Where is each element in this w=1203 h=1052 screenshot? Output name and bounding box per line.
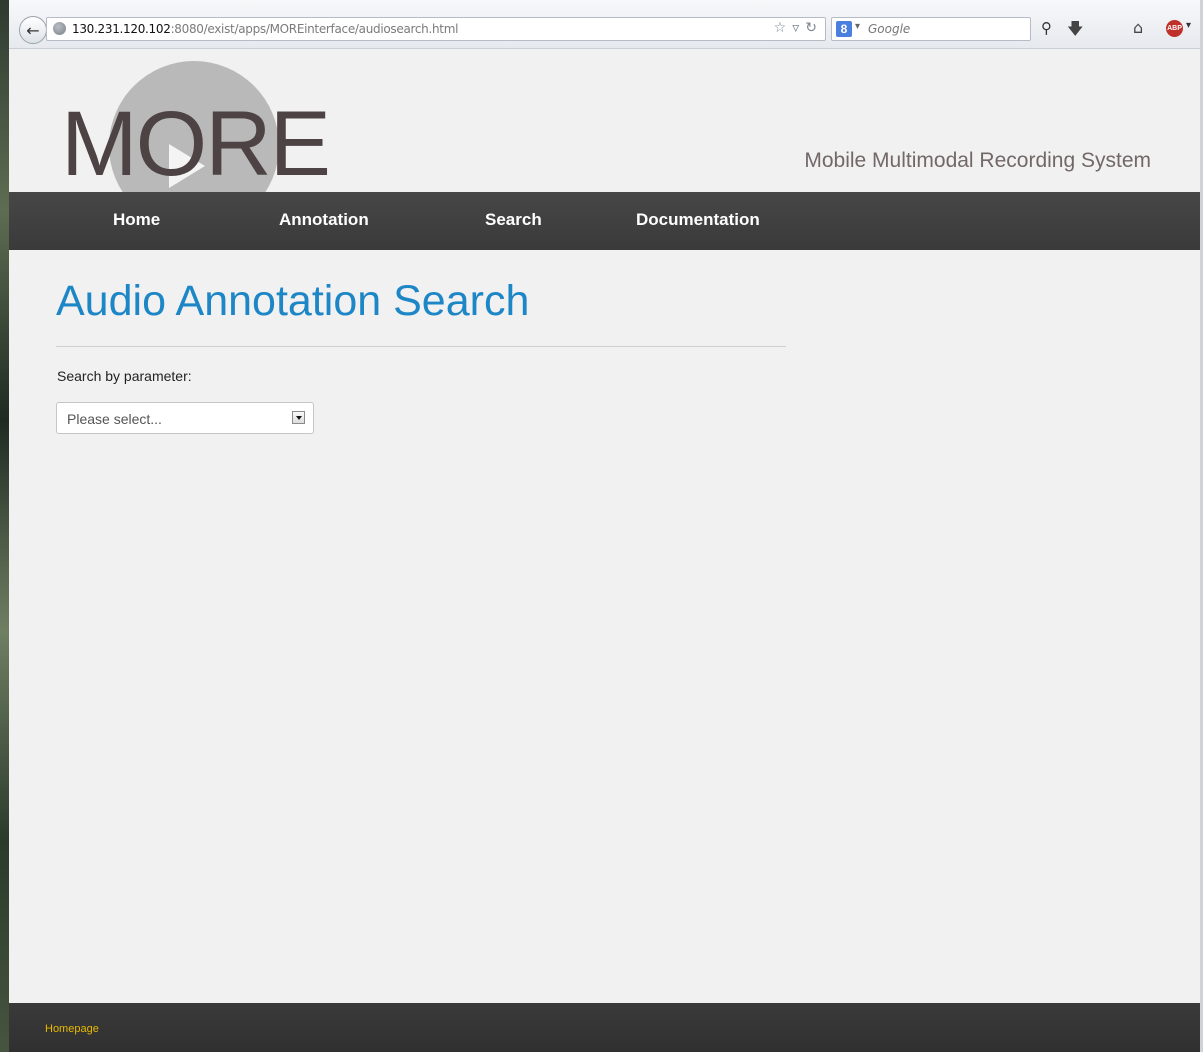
url-text: 130.231.120.102:8080/exist/apps/MOREinte…	[72, 22, 458, 36]
browser-toolbar: ← 130.231.120.102:8080/exist/apps/MOREin…	[9, 0, 1203, 49]
search-engine-dropdown-icon[interactable]: ▾	[855, 21, 860, 32]
site-footer: Homepage	[9, 1003, 1203, 1052]
browser-window: ← 130.231.120.102:8080/exist/apps/MOREin…	[9, 0, 1203, 1052]
site-header: MORE Mobile Multimodal Recording System	[9, 49, 1203, 231]
chevron-down-icon[interactable]	[292, 411, 305, 424]
url-path: :8080/exist/apps/MOREinterface/audiosear…	[170, 22, 459, 36]
desktop-edge	[0, 0, 9, 1052]
nav-home[interactable]: Home	[113, 210, 160, 230]
bookmark-star-icon[interactable]: ☆	[774, 20, 787, 36]
divider	[56, 346, 786, 347]
search-engine-icon[interactable]: 8	[836, 21, 852, 37]
url-actions: ☆ ▿ ↻	[774, 20, 817, 36]
main-nav: Home Annotation Search Documentation	[9, 192, 1203, 250]
nav-annotation[interactable]: Annotation	[279, 210, 369, 230]
globe-icon	[53, 22, 66, 35]
address-bar[interactable]: 130.231.120.102:8080/exist/apps/MOREinte…	[46, 17, 826, 41]
footer-homepage-link[interactable]: Homepage	[45, 1023, 99, 1035]
reload-icon[interactable]: ↻	[805, 20, 817, 36]
logo-text: MORE	[61, 93, 331, 195]
adblock-dropdown-icon[interactable]: ▾	[1186, 20, 1191, 31]
nav-search[interactable]: Search	[485, 210, 542, 230]
home-icon[interactable]: ⌂	[1133, 18, 1143, 37]
page-title: Audio Annotation Search	[56, 277, 530, 325]
search-placeholder: Google	[868, 22, 911, 36]
search-bar[interactable]: 8 ▾ Google ⚲	[831, 17, 1052, 41]
search-magnifier-icon[interactable]: ⚲	[1041, 19, 1052, 37]
site-tagline: Mobile Multimodal Recording System	[804, 149, 1151, 172]
search-parameter-select[interactable]: Please select...	[56, 402, 314, 434]
adblock-icon[interactable]: ABP	[1166, 20, 1183, 37]
history-dropdown-icon[interactable]: ▿	[792, 20, 799, 36]
url-host: 130.231.120.102	[72, 22, 171, 36]
select-value: Please select...	[67, 411, 162, 427]
nav-documentation[interactable]: Documentation	[636, 210, 760, 230]
download-icon[interactable]: 🡇	[1067, 18, 1083, 45]
back-arrow-icon[interactable]: ←	[19, 16, 47, 44]
search-parameter-label: Search by parameter:	[57, 368, 192, 384]
